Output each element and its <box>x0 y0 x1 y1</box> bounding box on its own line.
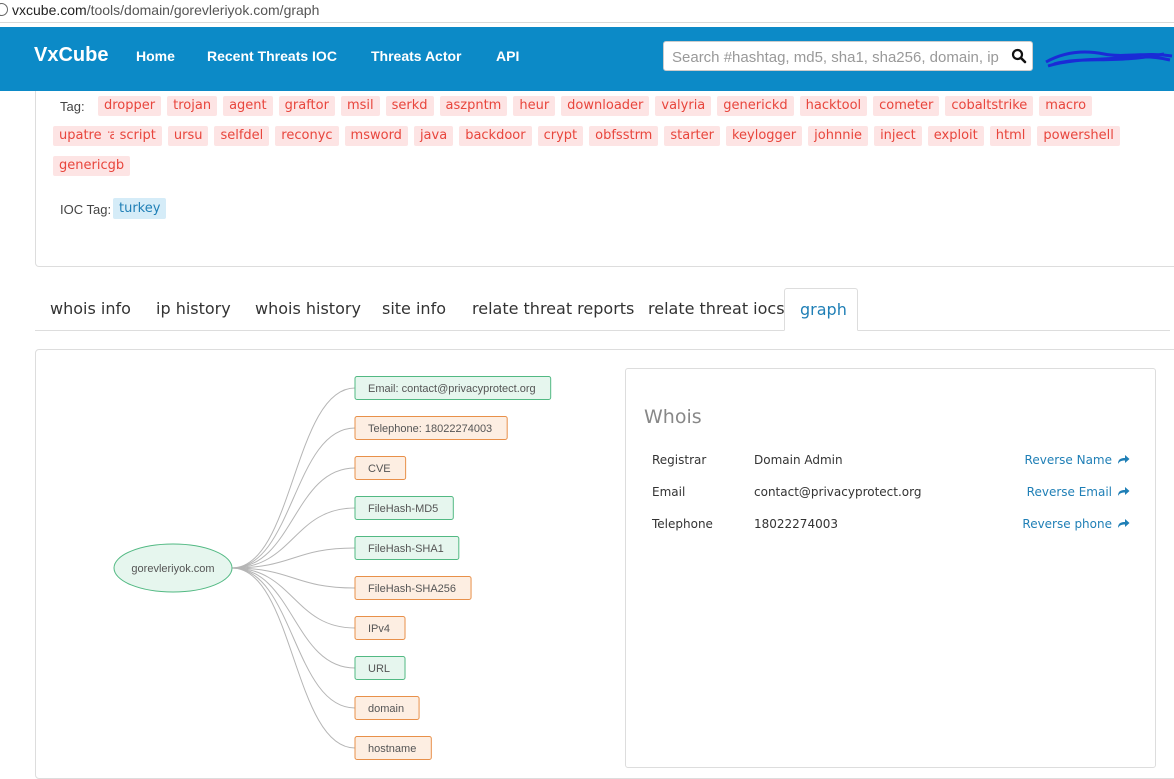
graph-node-label: domain <box>368 703 404 715</box>
graph-node[interactable]: IPv4 <box>354 616 406 640</box>
graph-node-label: FileHash-SHA256 <box>368 583 456 595</box>
tab-graph[interactable]: graph <box>784 288 858 331</box>
reverse-name-link[interactable]: Reverse Name <box>1025 453 1130 467</box>
share-icon <box>1118 455 1130 464</box>
graph-node[interactable]: FileHash-MD5 <box>354 496 454 520</box>
search-icon[interactable] <box>1010 47 1028 65</box>
whois-key: Email <box>652 485 686 499</box>
graph-node[interactable]: URL <box>354 656 406 680</box>
graph-link <box>231 567 356 629</box>
search-box <box>663 41 1033 71</box>
redacted-scribble <box>1045 50 1173 68</box>
graph-link <box>231 467 356 569</box>
graph-node-label: CVE <box>368 463 391 475</box>
tag-keylogger[interactable]: keylogger <box>725 126 803 146</box>
search-input[interactable] <box>670 46 1009 68</box>
graph-node[interactable]: Email: contact@privacyprotect.org <box>354 376 552 400</box>
graph-link <box>231 507 356 569</box>
tag-valyria[interactable]: valyria <box>655 96 712 116</box>
graph-node-label: hostname <box>368 743 416 755</box>
graph-root-label: gorevleriyok.com <box>131 563 214 575</box>
graph-link <box>231 387 356 569</box>
graph-node-label: URL <box>368 663 390 675</box>
graph-link <box>231 567 356 669</box>
share-icon <box>1118 487 1130 496</box>
tag-generickd[interactable]: generickd <box>717 96 794 116</box>
relationship-graph: Email: contact@privacyprotect.org Telepho… <box>113 376 552 760</box>
tag-exploit[interactable]: exploit <box>927 126 984 146</box>
whois-title: Whois <box>644 406 702 428</box>
tag-cobaltstrike[interactable]: cobaltstrike <box>945 96 1034 116</box>
tag-cometer[interactable]: cometer <box>873 96 940 116</box>
graph-node-label: Email: contact@privacyprotect.org <box>368 383 536 395</box>
tag-hacktool[interactable]: hacktool <box>799 96 868 116</box>
whois-row-email: Email contact@privacyprotect.org Reverse… <box>626 485 1157 505</box>
graph-link <box>231 567 356 749</box>
graph-node[interactable]: FileHash-SHA256 <box>354 576 472 600</box>
graph-node[interactable]: Telephone: 18022274003 <box>354 416 508 440</box>
whois-value: Domain Admin <box>754 453 843 467</box>
graph-node[interactable]: FileHash-SHA1 <box>354 536 460 560</box>
graph-node[interactable]: hostname <box>354 736 432 760</box>
whois-value: contact@privacyprotect.org <box>754 485 922 499</box>
whois-row-registrar: Registrar Domain Admin Reverse Name <box>626 453 1157 473</box>
graph-node-label: Telephone: 18022274003 <box>368 423 492 435</box>
share-icon <box>1118 519 1130 528</box>
graph-root-node[interactable]: gorevleriyok.com <box>113 543 233 593</box>
graph-link <box>231 567 356 709</box>
tag-html[interactable]: html <box>989 126 1032 146</box>
reverse-phone-link[interactable]: Reverse phone <box>1022 517 1130 531</box>
tag-powershell[interactable]: powershell <box>1037 126 1120 146</box>
whois-card: Whois Registrar Domain Admin Reverse Nam… <box>625 368 1156 768</box>
graph-link <box>231 427 356 569</box>
whois-key: Registrar <box>652 453 707 467</box>
graph-nodes: Email: contact@privacyprotect.org Telepho… <box>354 376 552 760</box>
graph-node-label: FileHash-MD5 <box>368 503 438 515</box>
graph-node-label: FileHash-SHA1 <box>368 543 444 555</box>
tab-relate-threat-iocs[interactable]: relate threat iocs <box>633 288 800 330</box>
reverse-email-link[interactable]: Reverse Email <box>1027 485 1130 499</box>
whois-value: 18022274003 <box>754 517 838 531</box>
graph-links <box>231 387 356 749</box>
whois-key: Telephone <box>652 517 713 531</box>
tag-inject[interactable]: inject <box>874 126 922 146</box>
tag-johnnie[interactable]: johnnie <box>808 126 869 146</box>
tag-starter[interactable]: starter <box>664 126 720 146</box>
graph-node-label: IPv4 <box>368 623 390 635</box>
graph-node[interactable]: domain <box>354 696 420 720</box>
whois-row-telephone: Telephone 18022274003 Reverse phone <box>626 517 1157 537</box>
graph-node[interactable]: CVE <box>354 456 407 480</box>
tag-macro[interactable]: macro <box>1039 96 1093 116</box>
